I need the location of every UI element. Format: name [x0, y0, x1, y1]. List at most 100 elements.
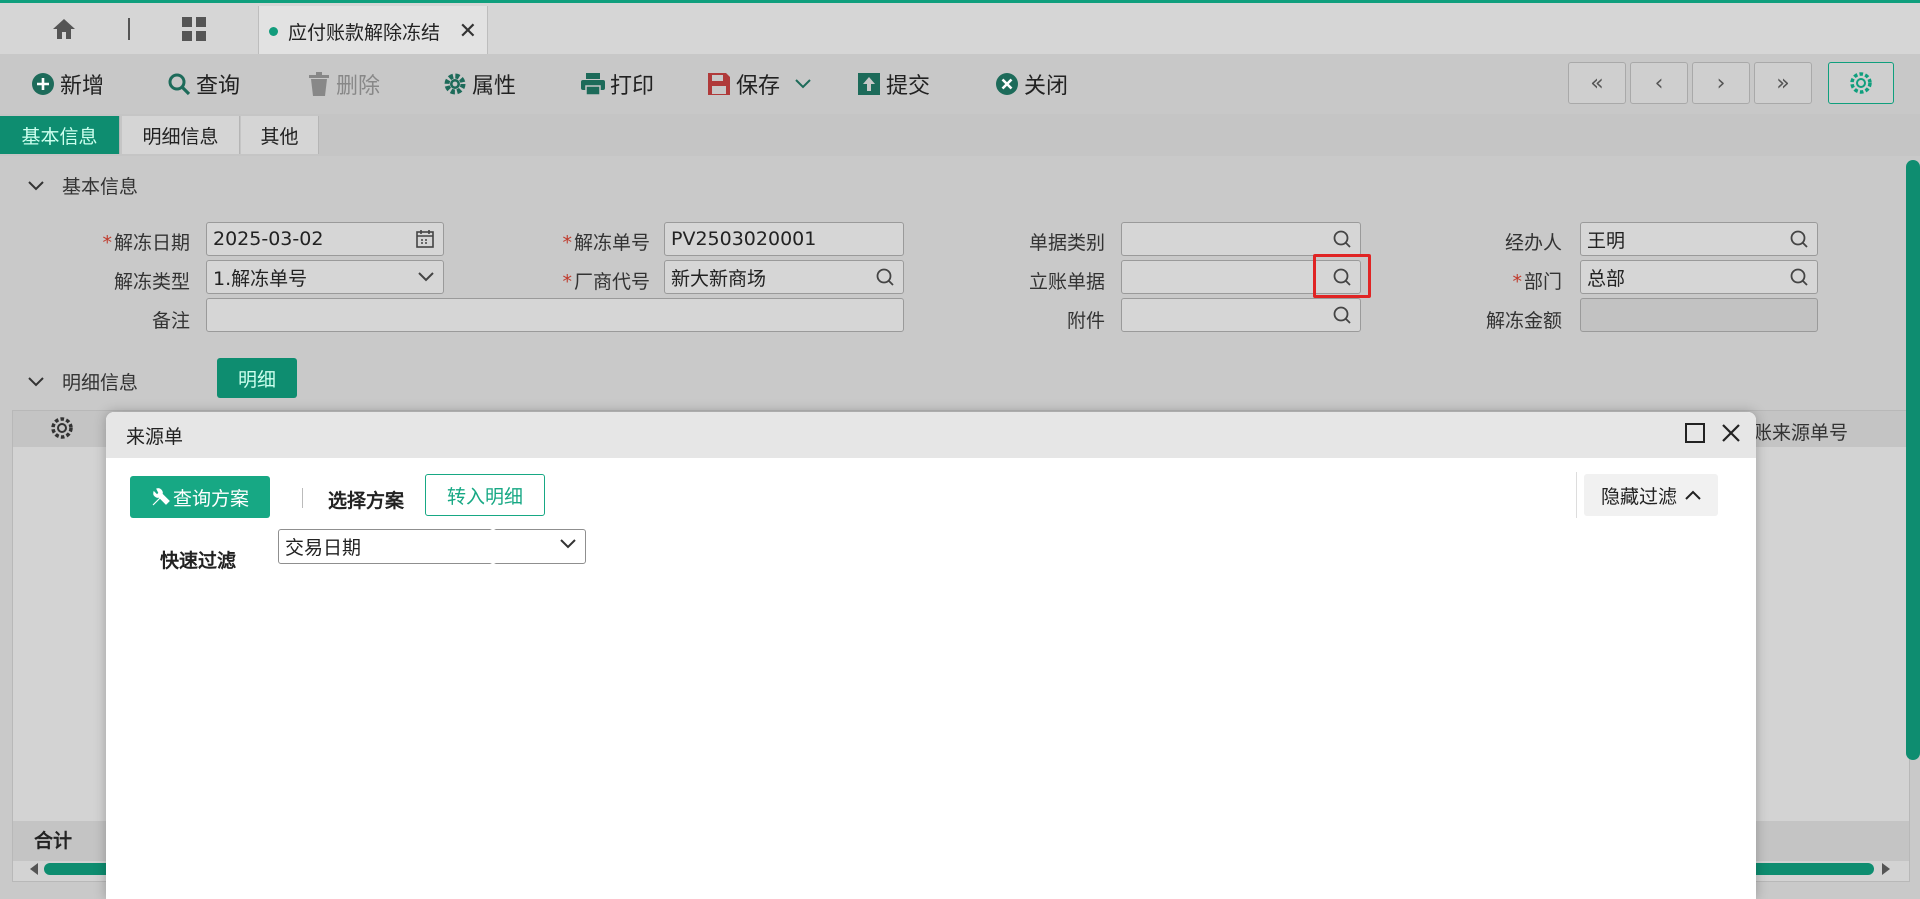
- floppy-icon: [706, 71, 732, 97]
- submit-label: 提交: [886, 74, 931, 99]
- trash-icon: [306, 71, 332, 97]
- save-label: 保存: [736, 74, 781, 99]
- add-button[interactable]: 新增: [30, 67, 104, 101]
- basic-info-title: 基本信息: [62, 176, 139, 198]
- apps-grid-icon[interactable]: [176, 13, 212, 45]
- gear-icon: [442, 71, 468, 97]
- chevron-right-icon: ›: [1716, 70, 1726, 96]
- add-label: 新增: [60, 74, 105, 99]
- double-left-icon: «: [1590, 70, 1604, 96]
- department-label: * 部门: [1512, 271, 1562, 293]
- gear-icon: [1848, 70, 1874, 96]
- unfreeze-amount-field: [1580, 298, 1818, 332]
- unfreeze-date-field[interactable]: 2025-03-02: [206, 222, 444, 256]
- detail-info-header[interactable]: 明细信息: [28, 368, 138, 395]
- chevron-down-icon[interactable]: [794, 78, 812, 90]
- close-button[interactable]: 关闭: [994, 67, 1068, 101]
- department-field[interactable]: 总部: [1580, 260, 1818, 294]
- basic-info-header[interactable]: 基本信息: [28, 172, 138, 199]
- submit-button[interactable]: 提交: [856, 67, 930, 101]
- divider: [302, 488, 303, 508]
- double-right-icon: »: [1776, 70, 1790, 96]
- query-scheme-button[interactable]: 查询方案: [130, 476, 270, 518]
- active-dot-icon: [269, 27, 278, 36]
- search-icon: [166, 71, 192, 97]
- close-label: 关闭: [1024, 74, 1069, 99]
- toolbar: 新增 查询 删除 属性 打印 保存 提交 关闭 « ‹ › »: [0, 54, 1920, 114]
- query-button[interactable]: 查询: [166, 67, 240, 101]
- vertical-scrollbar[interactable]: [1906, 160, 1920, 760]
- chevron-down-icon: [559, 538, 577, 550]
- sum-label: 合计: [34, 830, 73, 852]
- quick-filter-label: 快速过滤: [160, 550, 237, 572]
- spacer30: [490, 529, 496, 564]
- gear-icon[interactable]: [49, 415, 75, 441]
- delete-button[interactable]: 删除: [306, 67, 380, 101]
- hide-filter-button[interactable]: 隐藏过滤: [1584, 474, 1718, 516]
- upload-icon: [856, 71, 882, 97]
- unfreeze-amount-label: 解冻金额: [1485, 310, 1562, 332]
- attachment-label: 附件: [1066, 310, 1105, 332]
- filter-field-select-1[interactable]: 交易日期: [278, 529, 586, 564]
- basic-info-section: 基本信息 * 解冻日期 2025-03-02 * 解冻单号 PV2503020001…: [0, 156, 1920, 346]
- calendar-icon[interactable]: [415, 229, 435, 249]
- chevron-down-icon: [28, 376, 44, 387]
- search-icon[interactable]: [875, 267, 895, 287]
- chevron-up-icon: [1685, 490, 1701, 500]
- print-label: 打印: [610, 74, 655, 99]
- detail-button[interactable]: 明细: [217, 358, 297, 398]
- handler-label: 经办人: [1504, 232, 1562, 254]
- search-icon[interactable]: [1789, 229, 1809, 249]
- tab-detail-info[interactable]: 明细信息: [122, 116, 240, 154]
- close-circle-icon: [994, 71, 1020, 97]
- chevron-left-icon: ‹: [1654, 70, 1664, 96]
- section-tabs: 基本信息 明细信息 其他: [0, 114, 1920, 156]
- unfreeze-type-select[interactable]: 1.解冻单号: [206, 260, 444, 294]
- search-icon[interactable]: [1789, 267, 1809, 287]
- chevron-down-icon: [28, 180, 44, 191]
- tab-basic-info[interactable]: 基本信息: [0, 116, 120, 154]
- remark-label: 备注: [151, 310, 190, 332]
- tab-document-label: 应付账款解除冻结: [288, 22, 441, 44]
- dialog-title: 来源单: [126, 425, 184, 448]
- prev-record-button[interactable]: ‹: [1630, 62, 1688, 104]
- search-icon[interactable]: [1332, 305, 1352, 325]
- divider: [1576, 472, 1577, 518]
- tab-separator: [128, 18, 130, 40]
- close-icon[interactable]: [1720, 422, 1742, 444]
- tab-other[interactable]: 其他: [241, 116, 319, 154]
- source-doc-dialog: 来源单 查询方案 选择方案 转入明细 隐藏过滤 快速过滤 交易日期: [106, 412, 1756, 899]
- save-button[interactable]: 保存: [706, 67, 812, 101]
- doc-category-label: 单据类别: [1028, 232, 1105, 254]
- close-tab-icon[interactable]: ✕: [459, 19, 477, 44]
- remark-field[interactable]: [206, 298, 904, 332]
- maximize-icon[interactable]: [1684, 422, 1706, 444]
- highlight-ledger-search: [1313, 254, 1371, 298]
- import-detail-button[interactable]: 转入明细: [425, 474, 545, 516]
- detail-col-source-no: 账来源单号: [1753, 422, 1849, 444]
- dialog-titlebar: 来源单: [106, 412, 1756, 458]
- toolbar-settings-button[interactable]: [1828, 62, 1894, 104]
- unfreeze-no-label: * 解冻单号: [562, 232, 650, 254]
- tab-document[interactable]: 应付账款解除冻结 ✕: [258, 6, 488, 57]
- plus-circle-icon: [30, 71, 56, 97]
- next-record-button[interactable]: ›: [1692, 62, 1750, 104]
- top-tab-bar: 应付账款解除冻结 ✕: [0, 0, 1920, 57]
- attachment-field[interactable]: [1121, 298, 1361, 332]
- last-record-button[interactable]: »: [1754, 62, 1812, 104]
- ledger-doc-label: 立账单据: [1028, 271, 1105, 293]
- delete-label: 删除: [336, 74, 381, 99]
- select-scheme-label: 选择方案: [328, 490, 405, 512]
- search-icon[interactable]: [1332, 229, 1352, 249]
- detail-info-title: 明细信息: [62, 372, 139, 394]
- vendor-code-field[interactable]: 新大新商场: [664, 260, 904, 294]
- home-icon[interactable]: [46, 13, 82, 45]
- properties-button[interactable]: 属性: [442, 67, 516, 101]
- unfreeze-no-field[interactable]: PV2503020001: [664, 222, 904, 256]
- handler-field[interactable]: 王明: [1580, 222, 1818, 256]
- print-button[interactable]: 打印: [580, 67, 654, 101]
- first-record-button[interactable]: «: [1568, 62, 1626, 104]
- printer-icon: [580, 71, 606, 97]
- unfreeze-type-label: 解冻类型: [113, 271, 190, 293]
- doc-category-field[interactable]: [1121, 222, 1361, 256]
